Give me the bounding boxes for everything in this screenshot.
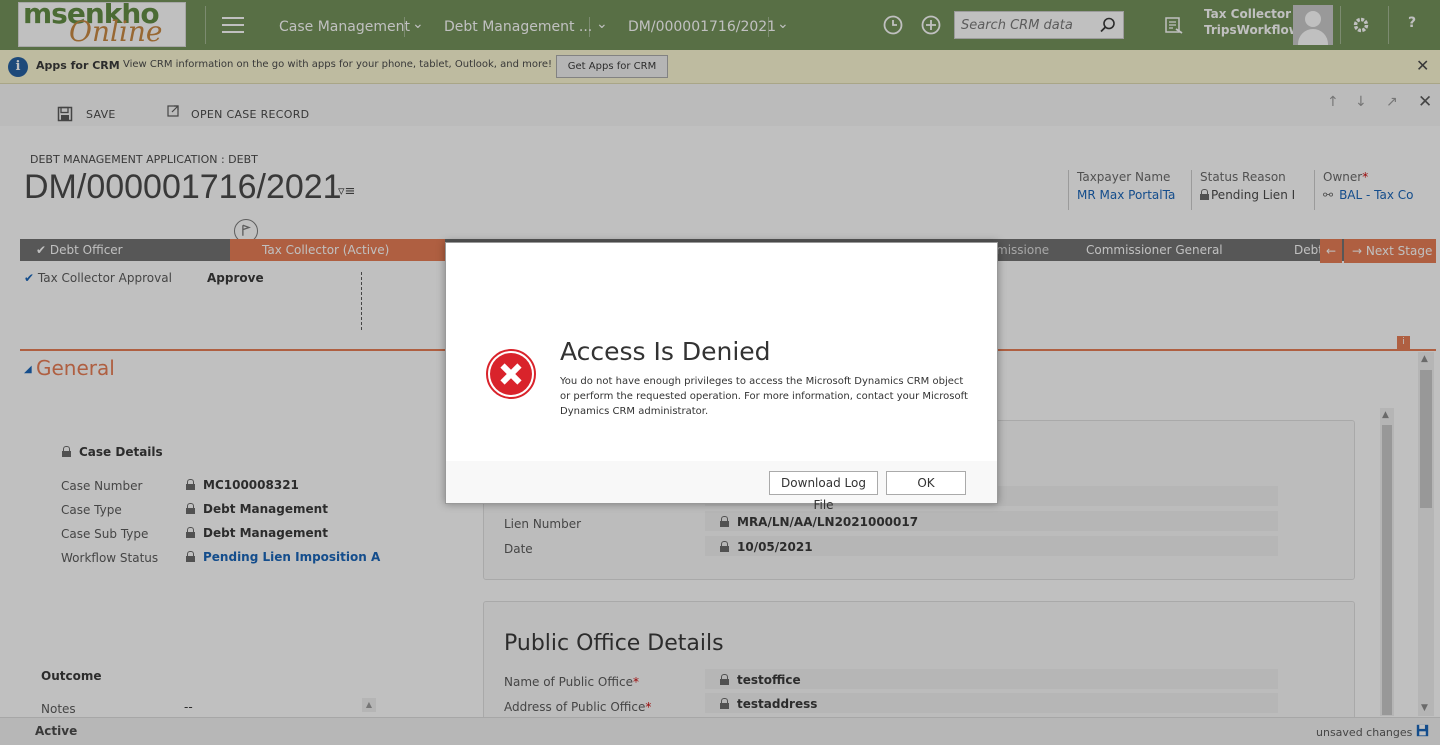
dialog-message: You do not have enough privileges to acc… <box>560 376 968 417</box>
download-log-file-button[interactable]: Download Log File <box>769 471 878 512</box>
dialog-title: Access Is Denied <box>560 337 771 366</box>
ok-button[interactable]: OK <box>886 471 966 495</box>
error-x-icon <box>490 353 532 395</box>
access-denied-dialog: Access Is Denied You do not have enough … <box>445 242 998 512</box>
dialog-footer: Download Log File OK <box>446 461 997 512</box>
